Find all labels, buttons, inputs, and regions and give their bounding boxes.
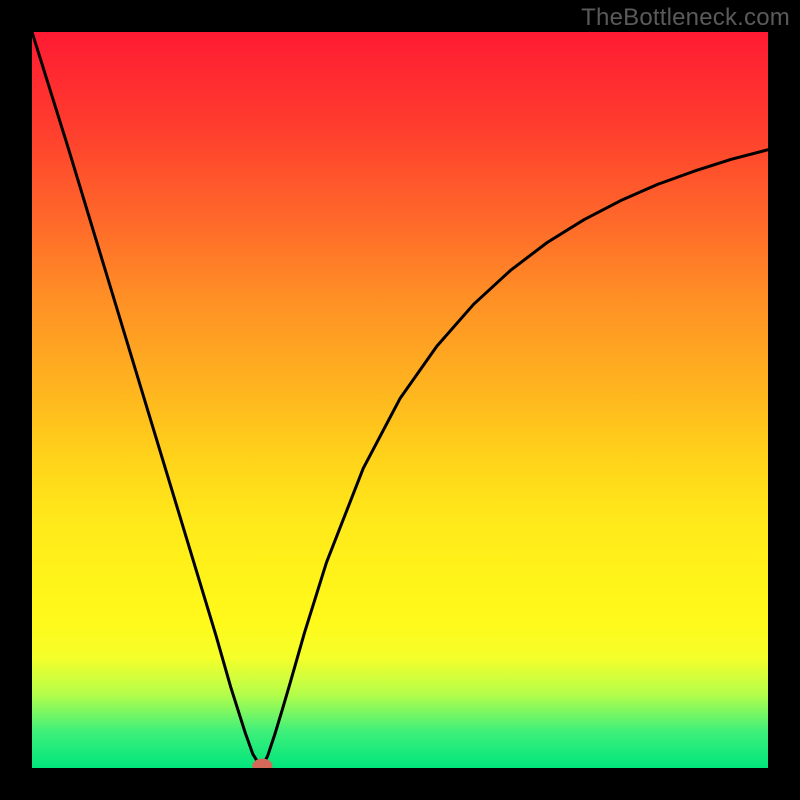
attribution-label: TheBottleneck.com [581,4,790,32]
chart-frame: TheBottleneck.com [0,0,800,800]
chart-svg [32,32,768,768]
plot-area [32,32,768,768]
curve-right [262,150,768,766]
minimum-marker [253,759,272,768]
curve-left [32,32,262,766]
